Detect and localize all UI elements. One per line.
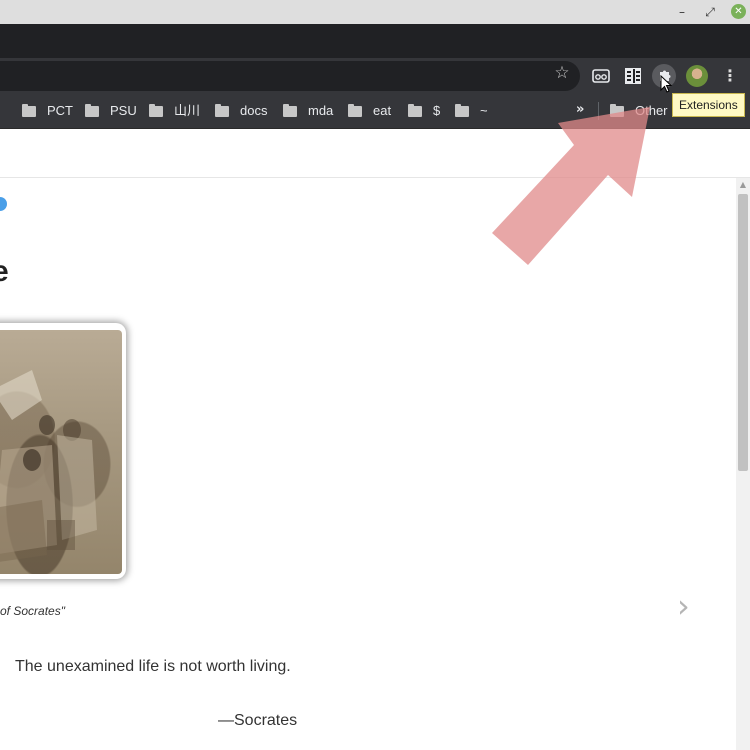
other-bookmarks-label: Other xyxy=(635,103,668,118)
site-header xyxy=(0,129,750,178)
next-chevron-icon[interactable]: › xyxy=(677,588,701,624)
list-extension-icon[interactable] xyxy=(624,67,642,85)
mouse-cursor-icon xyxy=(660,75,673,93)
browser-toolbar: ☆ ⋮ xyxy=(0,58,750,94)
bookmark-label: eat xyxy=(373,103,392,118)
bookmark-star-icon[interactable]: ☆ xyxy=(551,62,573,84)
scrollbar-thumb[interactable] xyxy=(738,194,748,471)
bookmark-label: 山川 xyxy=(174,103,201,118)
bookmark-tilde[interactable]: ~ xyxy=(455,102,488,120)
bookmarks-bar: PCT PSU 山川 docs mda eat $ ~ » Other xyxy=(0,94,750,211)
folder-icon xyxy=(455,103,469,117)
scroll-up-icon[interactable]: ▲ xyxy=(736,178,750,192)
restore-button[interactable]: ⤢ xyxy=(702,4,718,20)
page-heading: e xyxy=(0,255,9,288)
bookmark-label: ~ xyxy=(480,103,488,118)
folder-icon xyxy=(149,103,163,117)
bookmark-eat[interactable]: eat xyxy=(348,102,391,120)
folder-icon xyxy=(85,103,99,117)
close-window-button[interactable]: ✕ xyxy=(731,4,746,19)
profile-avatar[interactable] xyxy=(686,65,708,87)
tab-strip xyxy=(0,24,750,58)
bookmark-docs[interactable]: docs xyxy=(215,102,267,120)
bookmark-label: docs xyxy=(240,103,268,118)
bookmark-dollar[interactable]: $ xyxy=(408,102,440,120)
extensions-tooltip: Extensions xyxy=(672,93,745,117)
folder-icon xyxy=(408,103,422,117)
quote-author: —Socrates xyxy=(218,712,298,729)
other-bookmarks[interactable]: Other xyxy=(610,102,668,120)
bookmark-pct[interactable]: PCT xyxy=(22,102,73,120)
folder-icon xyxy=(283,103,297,117)
address-bar[interactable] xyxy=(0,61,580,91)
window-titlebar: – ⤢ ✕ xyxy=(0,0,750,24)
image-caption: of Socrates" xyxy=(0,604,65,618)
painting-figures xyxy=(0,370,97,562)
bookmark-mda[interactable]: mda xyxy=(283,102,333,120)
minimize-button[interactable]: – xyxy=(674,4,690,20)
bookmark-label: $ xyxy=(433,103,441,118)
folder-icon xyxy=(348,103,362,117)
bookmark-favicon[interactable] xyxy=(0,197,7,211)
bookmark-label: mda xyxy=(308,103,334,118)
bookmark-mountains-rivers[interactable]: 山川 xyxy=(149,102,200,120)
death-of-socrates-image[interactable] xyxy=(0,330,122,574)
bookmark-psu[interactable]: PSU xyxy=(85,102,137,120)
bookmark-label: PCT xyxy=(47,103,73,118)
folder-icon xyxy=(22,103,36,117)
folder-icon xyxy=(215,103,229,117)
bookmark-label: PSU xyxy=(110,103,137,118)
reader-glasses-icon[interactable] xyxy=(592,67,610,85)
bookmarks-separator xyxy=(598,102,599,120)
folder-icon xyxy=(610,103,624,117)
quote-text: The unexamined life is not worth living. xyxy=(15,658,291,675)
bookmarks-overflow-button[interactable]: » xyxy=(576,101,584,119)
browser-menu-button[interactable]: ⋮ xyxy=(720,64,740,88)
